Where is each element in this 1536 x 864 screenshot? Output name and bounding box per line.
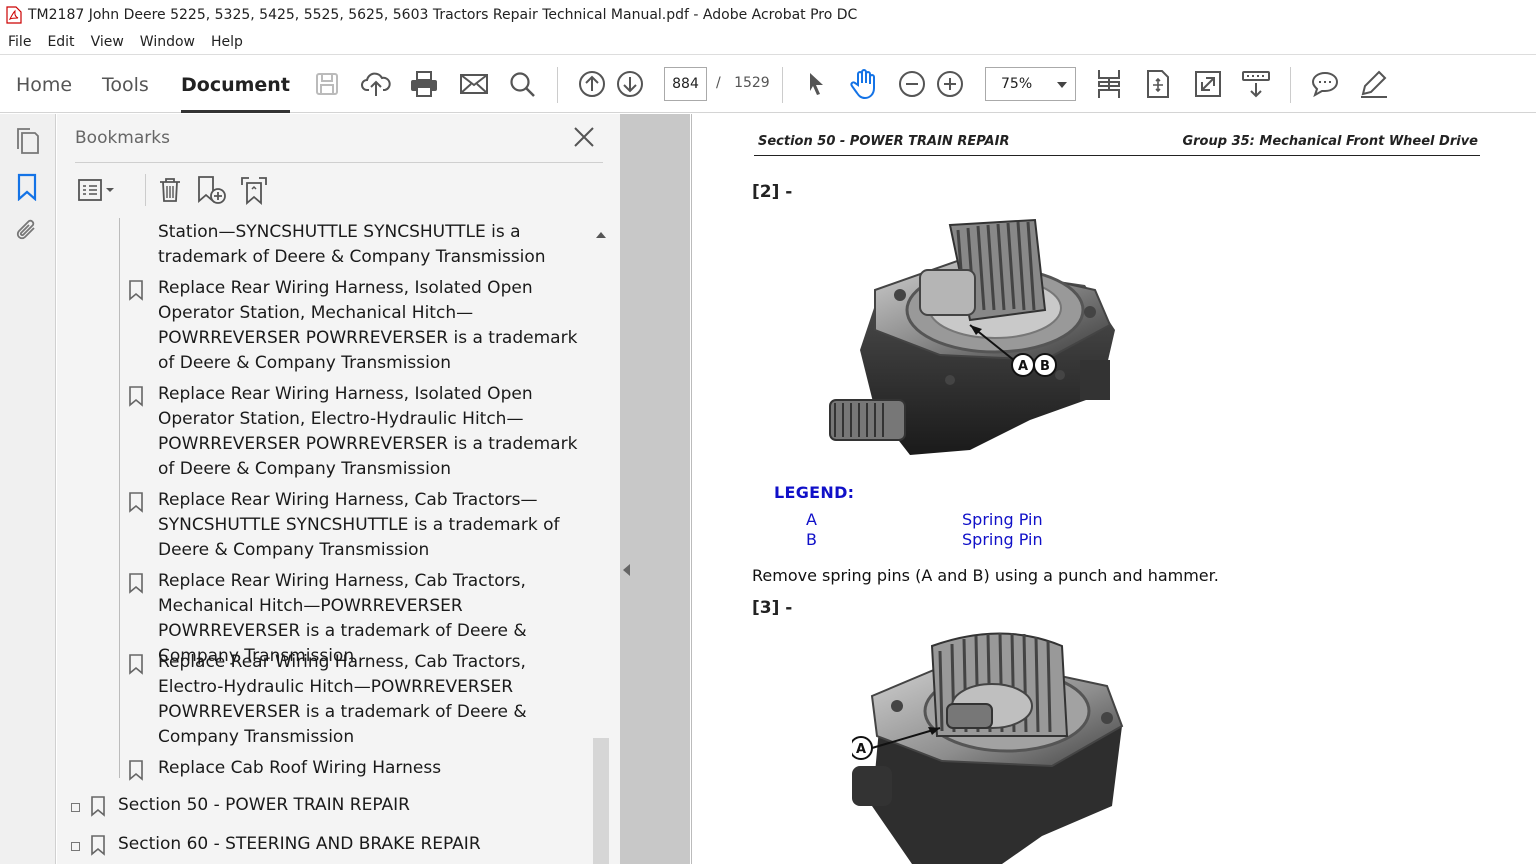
bookmark-item[interactable]: Station—SYNCSHUTTLE SYNCSHUTTLE is a tra… [158, 220, 590, 270]
close-icon[interactable] [571, 124, 597, 150]
header-rule [754, 155, 1480, 156]
bookmark-icon [89, 834, 107, 856]
page-total-count: 1529 [734, 75, 770, 91]
page-header-section: Section 50 - POWER TRAIN REPAIR [758, 134, 1010, 149]
callout-b: B [1040, 359, 1050, 374]
menu-window[interactable]: Window [140, 34, 195, 50]
chevron-down-icon [1057, 82, 1067, 88]
scroll-mode-icon[interactable] [1093, 68, 1125, 100]
document-page: Section 50 - POWER TRAIN REPAIR Group 35… [691, 114, 1536, 864]
tab-document[interactable]: Document [181, 55, 290, 113]
bookmark-label: Section 50 - POWER TRAIN REPAIR [118, 795, 410, 815]
scroll-up-arrow-icon[interactable] [596, 232, 606, 238]
select-cursor-icon[interactable] [800, 68, 832, 100]
step-label: [2] - [752, 182, 793, 202]
panel-divider [75, 162, 603, 163]
bookmarks-panel: Bookmarks Station—SYNCSHUTTLE SYNCSHUTTL… [57, 114, 620, 864]
previous-page-icon[interactable] [576, 68, 608, 100]
page-total: / 1529 [716, 75, 770, 91]
bookmark-icon [127, 653, 145, 675]
gear-housing-figure-2: A [852, 632, 1124, 864]
zoom-out-icon[interactable] [896, 68, 928, 100]
bookmark-label: Replace Rear Wiring Harness, Isolated Op… [158, 278, 578, 373]
menu-help[interactable]: Help [211, 34, 243, 50]
expand-toggle-icon[interactable] [71, 803, 80, 812]
menu-file[interactable]: File [8, 34, 31, 50]
bookmark-toolbar [75, 170, 603, 210]
bookmark-label: Replace Rear Wiring Harness, Cab Tractor… [158, 490, 560, 560]
fit-page-icon[interactable] [1142, 68, 1174, 100]
tab-tools[interactable]: Tools [102, 55, 149, 113]
highlight-pen-icon[interactable] [1358, 68, 1390, 100]
bookmark-icon [127, 279, 145, 301]
bookmark-label: Replace Cab Roof Wiring Harness [158, 758, 442, 778]
gear-housing-figure: A B [829, 218, 1115, 455]
expand-bookmark-icon[interactable] [237, 174, 271, 206]
instruction-text: Remove spring pins (A and B) using a pun… [752, 566, 1219, 585]
bookmark-icon [127, 759, 145, 781]
legend-description: Spring Pin [962, 530, 1043, 549]
page-header-group: Group 35: Mechanical Front Wheel Drive [1182, 134, 1478, 149]
delete-bookmark-icon[interactable] [153, 174, 187, 206]
bookmark-panel-icon[interactable] [12, 172, 42, 202]
toolbar-separator [145, 174, 146, 206]
bookmark-icon [127, 385, 145, 407]
tab-home[interactable]: Home [16, 55, 72, 113]
scrollbar-thumb[interactable] [593, 738, 609, 864]
bookmark-tree: Station—SYNCSHUTTLE SYNCSHUTTLE is a tra… [57, 218, 620, 864]
step-label: [3] - [752, 598, 793, 618]
legend-key: A [806, 510, 817, 529]
collapse-panel-icon[interactable] [623, 564, 630, 576]
bookmark-icon [89, 795, 107, 817]
page-thumbnails-icon[interactable] [12, 126, 42, 156]
email-icon[interactable] [458, 68, 490, 100]
bookmark-label: Replace Rear Wiring Harness, Isolated Op… [158, 384, 578, 479]
legend-description: Spring Pin [962, 510, 1043, 529]
zoom-in-icon[interactable] [934, 68, 966, 100]
zoom-level-value: 75% [1001, 76, 1033, 92]
comment-icon[interactable] [1309, 68, 1341, 100]
new-bookmark-icon[interactable] [195, 174, 229, 206]
menu-bar: File Edit View Window Help [0, 30, 1536, 54]
toolbar-separator [1290, 67, 1291, 103]
navigation-rail [0, 114, 56, 864]
menu-view[interactable]: View [91, 34, 124, 50]
bookmark-scrollbar[interactable] [592, 218, 610, 864]
title-bar: TM2187 John Deere 5225, 5325, 5425, 5525… [0, 0, 1536, 30]
legend-key: B [806, 530, 817, 549]
toolbar-separator [782, 67, 783, 103]
main-toolbar: Home Tools Document 884 / 1529 75% [0, 54, 1536, 113]
search-icon[interactable] [506, 68, 538, 100]
options-menu-icon[interactable] [75, 174, 119, 206]
attachment-icon[interactable] [12, 216, 42, 246]
callout-a: A [856, 742, 866, 757]
callout-a: A [1018, 359, 1028, 374]
hand-tool-icon[interactable] [848, 68, 880, 100]
cloud-upload-icon[interactable] [360, 68, 392, 100]
expand-toggle-icon[interactable] [71, 842, 80, 851]
zoom-level-select[interactable]: 75% [985, 67, 1076, 101]
bookmark-label: Section 60 - STEERING AND BRAKE REPAIR [118, 834, 481, 854]
menu-edit[interactable]: Edit [47, 34, 74, 50]
panel-splitter[interactable] [620, 114, 690, 864]
toolbar-separator [557, 67, 558, 103]
window-title: TM2187 John Deere 5225, 5325, 5425, 5525… [28, 7, 858, 23]
bookmark-label: Replace Rear Wiring Harness, Cab Tractor… [158, 652, 527, 747]
panel-title: Bookmarks [75, 128, 170, 148]
save-icon[interactable] [311, 68, 343, 100]
full-screen-icon[interactable] [1192, 68, 1224, 100]
read-mode-icon[interactable] [1240, 68, 1272, 100]
tree-guide-line [119, 218, 120, 778]
legend-title: LEGEND: [774, 483, 855, 502]
bookmark-icon [127, 491, 145, 513]
print-icon[interactable] [408, 68, 440, 100]
bookmark-section[interactable]: Section 50 - POWER TRAIN REPAIR [71, 795, 551, 821]
bookmark-section[interactable]: Section 60 - STEERING AND BRAKE REPAIR [71, 834, 551, 860]
bookmark-icon [127, 572, 145, 594]
page-separator: / [716, 75, 721, 91]
page-number-input[interactable]: 884 [664, 67, 707, 101]
next-page-icon[interactable] [614, 68, 646, 100]
pdf-file-icon [6, 6, 22, 24]
